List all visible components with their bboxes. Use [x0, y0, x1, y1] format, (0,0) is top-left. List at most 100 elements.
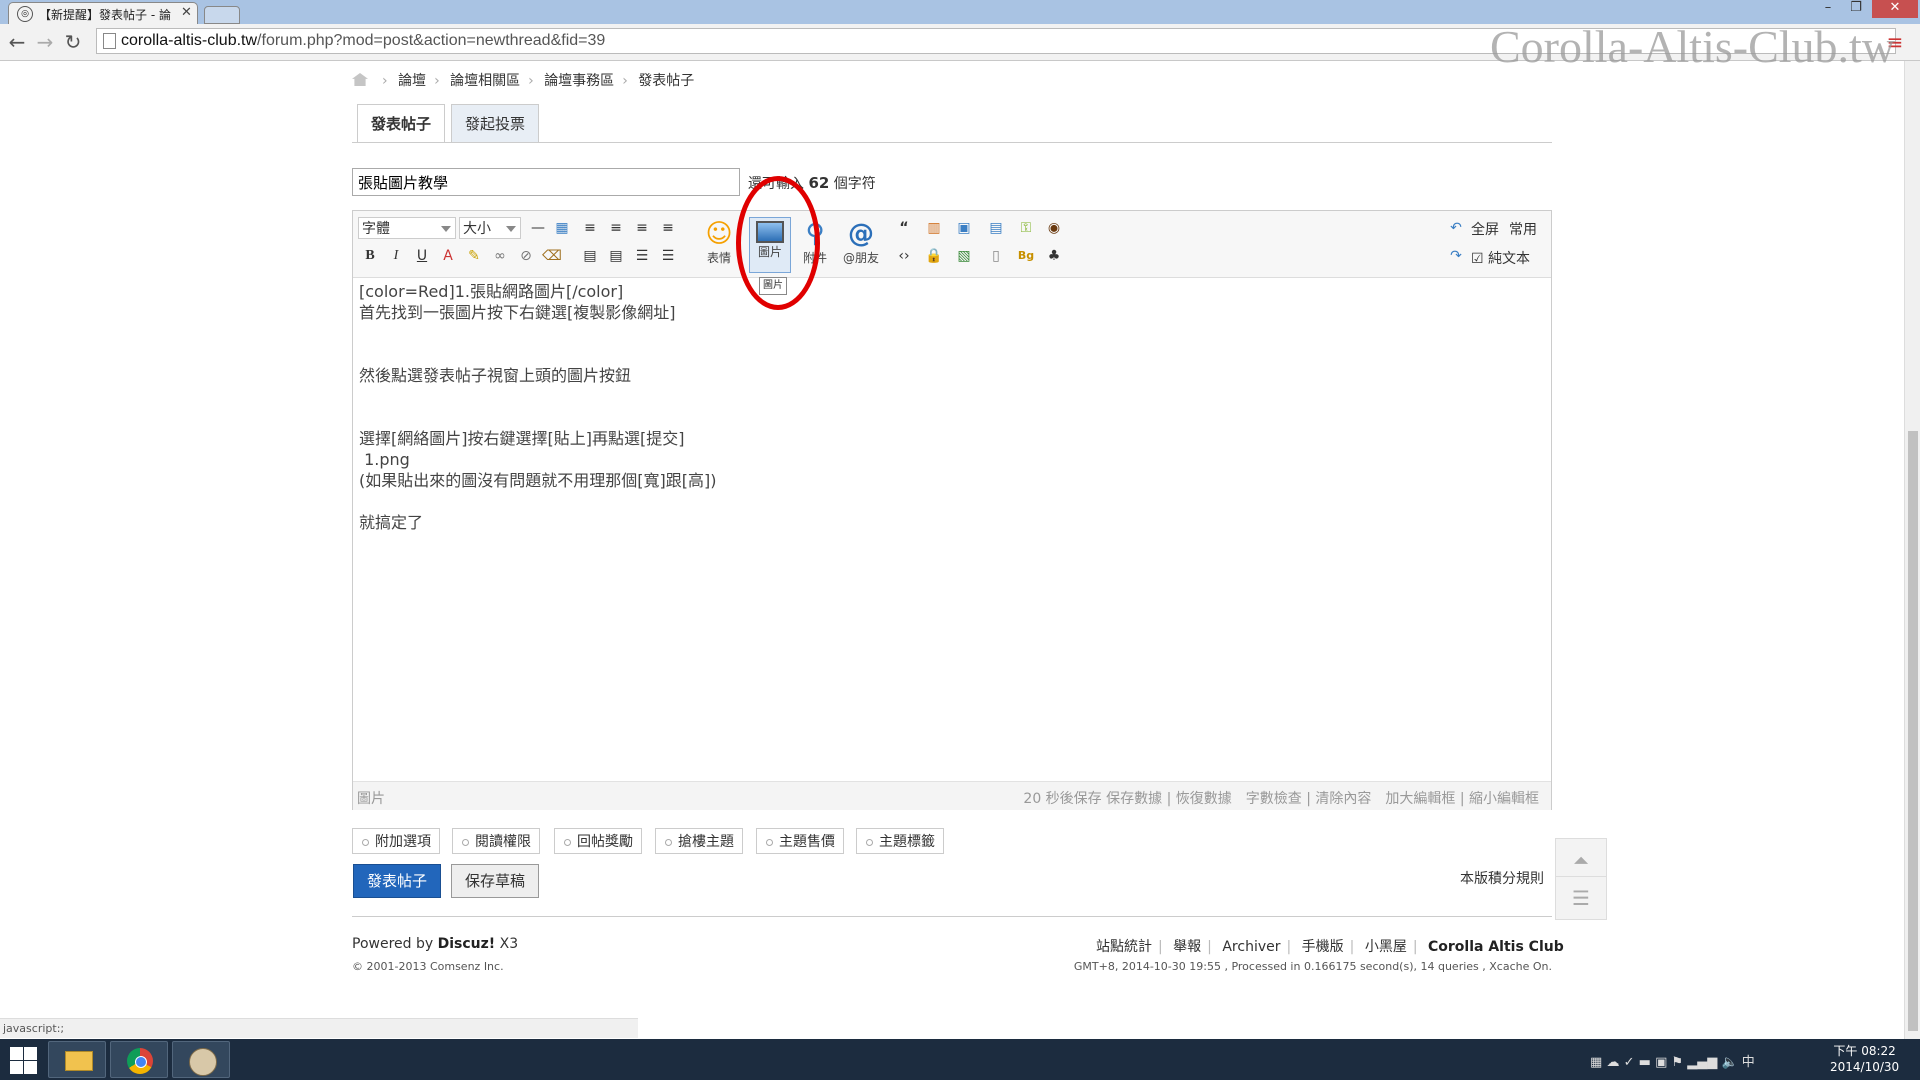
footer-site-name[interactable]: Corolla Altis Club: [1428, 939, 1564, 955]
editor-textarea[interactable]: [color=Red]1.張貼網路圖片[/color] 首先找到一張圖片按下右鍵…: [359, 281, 716, 533]
free-content-icon[interactable]: ▥: [923, 217, 945, 239]
windows-start-icon[interactable]: [8, 1045, 38, 1075]
option-thread-tags[interactable]: 主題標籤: [856, 828, 944, 854]
unordered-list-icon[interactable]: ☰: [657, 245, 679, 267]
subject-input[interactable]: [352, 168, 740, 196]
at-friend-button[interactable]: @ @朋友: [841, 217, 881, 271]
redo-icon[interactable]: ↷: [1445, 245, 1467, 267]
paint-taskbar-button[interactable]: [172, 1041, 230, 1078]
ordered-list-icon[interactable]: ☰: [631, 245, 653, 267]
option-floor-thread[interactable]: 搶樓主題: [655, 828, 743, 854]
tray-app-icon[interactable]: ✓: [1624, 1055, 1635, 1070]
credit-rules-link[interactable]: 本版積分規則: [1460, 868, 1544, 888]
back-arrow-icon[interactable]: ←: [4, 29, 30, 55]
align-right-icon[interactable]: ≡: [657, 217, 679, 239]
link-icon[interactable]: ∞: [489, 245, 511, 267]
fullscreen-button[interactable]: 全屏: [1471, 219, 1499, 239]
system-tray[interactable]: ▦ ☁ ✓ ▬ ▣ ⚑ ▂▄▆ 🔈 中: [1590, 1051, 1755, 1070]
ime-indicator[interactable]: 中: [1742, 1055, 1755, 1070]
chrome-taskbar-button[interactable]: [110, 1041, 168, 1078]
font-color-icon[interactable]: A: [437, 245, 459, 267]
restore-button[interactable]: ❐: [1842, 0, 1870, 18]
page-break-icon[interactable]: ▤: [985, 217, 1007, 239]
align-center-icon[interactable]: ≡: [631, 217, 653, 239]
at-icon: @: [848, 219, 874, 249]
volume-icon[interactable]: 🔈: [1721, 1055, 1737, 1070]
quote-icon[interactable]: “: [893, 217, 915, 239]
flash-icon[interactable]: ▧: [953, 245, 975, 267]
tray-app-icon[interactable]: ▦: [1590, 1055, 1602, 1070]
hide-content-icon[interactable]: 🔒: [923, 245, 945, 267]
undo-icon[interactable]: ↶: [1445, 217, 1467, 239]
footer-link-report[interactable]: 舉報: [1173, 939, 1201, 955]
footer-link-blackroom[interactable]: 小黑屋: [1365, 939, 1407, 955]
smiley-icon: ☺: [705, 219, 733, 249]
network-icon[interactable]: ▂▄▆: [1687, 1055, 1717, 1070]
scrollbar-thumb[interactable]: [1908, 431, 1918, 1031]
horizontal-rule-icon[interactable]: —: [527, 217, 549, 239]
tab-new-thread[interactable]: 發表帖子: [357, 104, 445, 143]
footer-link-archiver[interactable]: Archiver: [1222, 939, 1280, 955]
clock[interactable]: 下午 08:22 2014/10/30: [1830, 1043, 1899, 1075]
tab-close-icon[interactable]: ✕: [181, 5, 192, 20]
font-select[interactable]: 字體: [358, 217, 456, 239]
bold-icon[interactable]: B: [359, 245, 381, 267]
option-reply-reward[interactable]: 回帖獎勵: [554, 828, 642, 854]
underline-icon[interactable]: U: [411, 245, 433, 267]
option-read-permission[interactable]: 閱讀權限: [452, 828, 540, 854]
footer-link-stats[interactable]: 站點統計: [1096, 939, 1152, 955]
tray-app-icon[interactable]: ▣: [1655, 1055, 1667, 1070]
tab-new-poll[interactable]: 發起投票: [451, 104, 539, 142]
option-extra[interactable]: 附加選項: [352, 828, 440, 854]
editor-status-bar: 圖片 20 秒後保存 保存數據 | 恢復數據 字數檢查 | 清除內容 加大編輯框…: [353, 781, 1551, 810]
home-icon[interactable]: [352, 73, 368, 86]
site-favicon-icon: ◎: [17, 6, 33, 22]
breadcrumb-forum-related[interactable]: 論壇相關區: [450, 73, 520, 89]
forward-arrow-icon[interactable]: →: [32, 29, 58, 55]
audio-icon[interactable]: ◉: [1043, 217, 1065, 239]
cloud-icon[interactable]: ☁: [1606, 1055, 1619, 1070]
folder-icon: [65, 1051, 93, 1071]
background-color-icon[interactable]: ✎: [463, 245, 485, 267]
italic-icon[interactable]: I: [385, 245, 407, 267]
float-right-icon[interactable]: ▤: [605, 245, 627, 267]
save-draft-button[interactable]: 保存草稿: [451, 864, 539, 898]
common-button[interactable]: 常用: [1509, 219, 1537, 239]
window-close-button[interactable]: ✕: [1872, 0, 1918, 18]
windows-taskbar: ▦ ☁ ✓ ▬ ▣ ⚑ ▂▄▆ 🔈 中 下午 08:22 2014/10/30: [0, 1039, 1920, 1080]
editor-status-label: 圖片: [357, 791, 385, 807]
url-text: corolla-altis-club.tw/forum.php?mod=post…: [121, 32, 606, 49]
size-select[interactable]: 大小: [459, 217, 521, 239]
submit-post-button[interactable]: 發表帖子: [353, 864, 441, 898]
breadcrumb-forum-affairs[interactable]: 論壇事務區: [544, 73, 614, 89]
smiley-button[interactable]: ☺ 表情: [699, 217, 739, 271]
new-tab-button[interactable]: [204, 6, 240, 24]
footer-stats: GMT+8, 2014-10-30 19:55 , Processed in 0…: [1073, 960, 1552, 973]
align-justify-icon[interactable]: ≡: [579, 217, 601, 239]
index-icon[interactable]: ▯: [985, 245, 1007, 267]
minimize-button[interactable]: –: [1814, 0, 1842, 18]
unlink-icon[interactable]: ⊘: [515, 245, 537, 267]
checkbox-checked-icon[interactable]: ☑: [1471, 251, 1484, 267]
reload-icon[interactable]: ↻: [60, 29, 86, 55]
list-icon[interactable]: ☰: [1555, 876, 1607, 920]
footer-link-mobile[interactable]: 手機版: [1302, 939, 1344, 955]
media-icon[interactable]: ▣: [953, 217, 975, 239]
plain-text-toggle[interactable]: ☑ 純文本: [1471, 248, 1530, 268]
option-thread-price[interactable]: 主題售價: [756, 828, 844, 854]
code-icon[interactable]: ‹›: [893, 245, 915, 267]
breadcrumb-forum[interactable]: 論壇: [398, 73, 426, 89]
editor-status-actions[interactable]: 20 秒後保存 保存數據 | 恢復數據 字數檢查 | 清除內容 加大編輯框 | …: [1023, 788, 1539, 808]
align-left-icon[interactable]: ≡: [605, 217, 627, 239]
flag-icon[interactable]: ⚑: [1672, 1055, 1684, 1070]
table-icon[interactable]: ▦: [551, 217, 573, 239]
password-icon[interactable]: ⚿: [1015, 217, 1037, 239]
background-music-icon[interactable]: Bg: [1015, 245, 1037, 267]
tray-app-icon[interactable]: ▬: [1639, 1055, 1651, 1070]
page-scrollbar[interactable]: [1904, 61, 1920, 1039]
file-explorer-taskbar-button[interactable]: [48, 1041, 106, 1078]
qq-icon[interactable]: ♣: [1043, 245, 1065, 267]
float-left-icon[interactable]: ▤: [579, 245, 601, 267]
browser-tab[interactable]: ◎ 【新提醒】發表帖子 - 論 ✕: [8, 2, 198, 24]
clear-format-icon[interactable]: ⌫: [541, 245, 563, 267]
